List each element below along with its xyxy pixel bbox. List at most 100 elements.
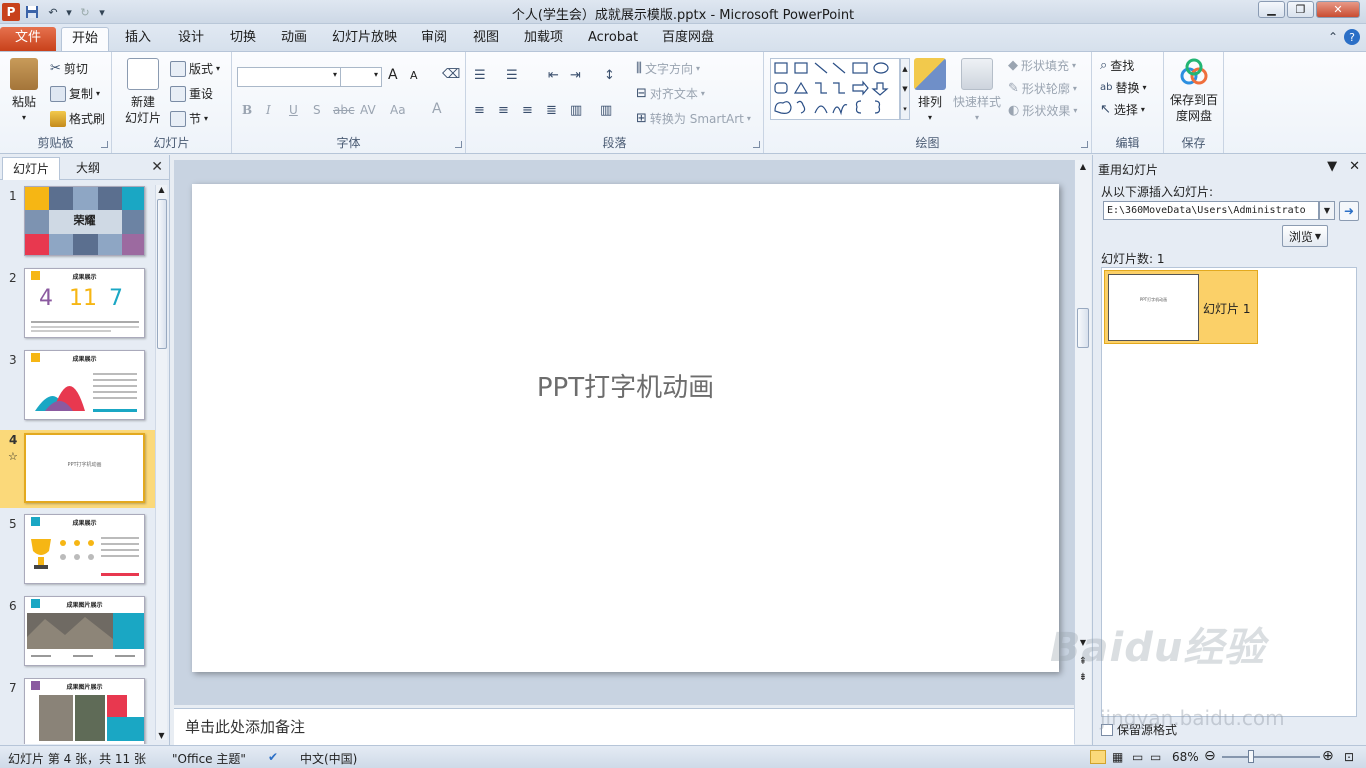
current-slide[interactable]: PPT打字机动画 xyxy=(192,184,1059,672)
scroll-down-icon[interactable]: ▼ xyxy=(156,731,167,740)
tab-outline[interactable]: 大纲 xyxy=(66,157,110,180)
close-pane-icon[interactable]: ✕ xyxy=(151,159,163,175)
minimize-ribbon-icon[interactable]: ⌃ xyxy=(1328,30,1338,44)
shape-outline-button[interactable]: ✎ 形状轮廓 ▾ xyxy=(1008,80,1077,97)
align-left-button[interactable]: ≡ xyxy=(474,103,485,118)
slide-thumb-3[interactable]: 3 成果展示 xyxy=(0,350,155,424)
zoom-slider-knob[interactable] xyxy=(1248,750,1255,763)
paragraph-launcher-icon[interactable] xyxy=(753,141,760,148)
tab-baidu-netdisk[interactable]: 百度网盘 xyxy=(652,27,724,51)
shape-effects-button[interactable]: ◐ 形状效果 ▾ xyxy=(1008,102,1077,119)
justify-button[interactable]: ≣ xyxy=(546,103,557,118)
maximize-button[interactable]: ❐ xyxy=(1287,1,1314,18)
cut-button[interactable]: ✂ 剪切 xyxy=(50,60,88,77)
slide-thumb-1[interactable]: 1 荣耀 xyxy=(0,186,155,260)
scrollbar-thumb[interactable] xyxy=(157,199,167,349)
align-text-button[interactable]: ⊟ 对齐文本 ▾ xyxy=(636,85,705,102)
zoom-out-icon[interactable]: ⊖ xyxy=(1204,748,1216,764)
select-button[interactable]: ↖ 选择 ▾ xyxy=(1100,101,1145,118)
tab-view[interactable]: 视图 xyxy=(463,27,509,51)
bold-button[interactable]: B xyxy=(242,103,252,117)
shadow-button[interactable]: S xyxy=(313,103,321,117)
scrollbar-thumb[interactable] xyxy=(1077,308,1089,348)
slide-thumb-7[interactable]: 7 成果图片展示 xyxy=(0,678,155,744)
font-color-button[interactable]: A xyxy=(432,101,442,117)
notes-placeholder[interactable]: 单击此处添加备注 xyxy=(185,716,305,737)
pane-options-icon[interactable]: ▼ xyxy=(1327,159,1337,174)
bullets-button[interactable]: ☰ xyxy=(474,68,486,83)
slide-sorter-icon[interactable]: ▦ xyxy=(1112,750,1123,764)
shape-fill-button[interactable]: ◆ 形状填充 ▾ xyxy=(1008,57,1076,74)
language[interactable]: 中文(中国) xyxy=(300,750,357,767)
grow-font-button[interactable]: A xyxy=(388,67,398,83)
arrange-button[interactable]: 排列 ▾ xyxy=(910,58,950,126)
notes-pane[interactable]: 单击此处添加备注 xyxy=(174,708,1074,745)
change-case-button[interactable]: Aa xyxy=(390,103,406,117)
close-pane-icon[interactable]: ✕ xyxy=(1349,159,1360,174)
convert-smartart-button[interactable]: ⊞ 转换为 SmartArt ▾ xyxy=(636,110,751,127)
copy-button[interactable]: 复制 ▾ xyxy=(50,85,100,102)
tab-home[interactable]: 开始 xyxy=(61,27,110,51)
help-icon[interactable]: ? xyxy=(1344,29,1360,45)
zoom-in-icon[interactable]: ⊕ xyxy=(1322,748,1334,764)
slideshow-view-icon[interactable]: ▭ xyxy=(1150,750,1161,764)
text-direction-button[interactable]: ⫼ 文字方向 ▾ xyxy=(636,60,700,77)
font-size-combo[interactable]: ▾ xyxy=(340,67,382,87)
layout-button[interactable]: 版式 ▾ xyxy=(170,60,220,77)
path-dropdown-icon[interactable]: ▼ xyxy=(1319,201,1335,220)
increase-indent-button[interactable]: ⇥ xyxy=(570,68,581,83)
char-spacing-button[interactable]: AV xyxy=(360,103,376,117)
italic-button[interactable]: I xyxy=(266,103,271,117)
fit-to-window-icon[interactable]: ⊡ xyxy=(1344,750,1354,764)
strikethrough-button[interactable]: abc xyxy=(333,103,355,117)
clear-format-button[interactable]: ⌫ xyxy=(442,67,460,82)
reset-button[interactable]: 重设 xyxy=(170,85,213,102)
slide-thumb-2[interactable]: 2 成果展示 4 11 7 xyxy=(0,268,155,342)
tab-design[interactable]: 设计 xyxy=(168,27,214,51)
line-spacing-button[interactable]: ↕ xyxy=(604,68,615,83)
drawing-launcher-icon[interactable] xyxy=(1081,141,1088,148)
tab-addins[interactable]: 加载项 xyxy=(514,27,573,51)
quick-styles-button[interactable]: 快速样式 ▾ xyxy=(950,58,1004,126)
font-launcher-icon[interactable] xyxy=(455,141,462,148)
new-slide-button[interactable]: 新建 幻灯片 xyxy=(118,58,168,126)
slides-pane-scrollbar[interactable]: ▲ ▼ xyxy=(155,185,167,740)
font-name-combo[interactable]: ▾ xyxy=(237,67,341,87)
align-center-button[interactable]: ≡ xyxy=(498,103,509,118)
tab-review[interactable]: 审阅 xyxy=(411,27,457,51)
zoom-slider[interactable] xyxy=(1222,756,1320,758)
tab-animations[interactable]: 动画 xyxy=(271,27,317,51)
close-button[interactable]: ✕ xyxy=(1316,1,1360,18)
source-path-input[interactable]: E:\360MoveData\Users\Administrato xyxy=(1103,201,1319,220)
find-button[interactable]: ⌕ 查找 xyxy=(1100,57,1134,74)
tab-slideshow[interactable]: 幻灯片放映 xyxy=(322,27,407,51)
section-button[interactable]: 节 ▾ xyxy=(170,110,208,127)
scroll-up-icon[interactable]: ▲ xyxy=(156,185,167,194)
clipboard-launcher-icon[interactable] xyxy=(101,141,108,148)
reuse-slide-item[interactable]: PPT打字机动画 幻灯片 1 xyxy=(1104,270,1258,344)
go-arrow-icon[interactable]: ➜ xyxy=(1339,201,1359,221)
columns-button[interactable]: ▥ xyxy=(600,103,612,118)
tab-acrobat[interactable]: Acrobat xyxy=(578,27,648,51)
numbering-button[interactable]: ☰ xyxy=(506,68,518,83)
normal-view-icon[interactable] xyxy=(1090,750,1106,764)
spellcheck-icon[interactable]: ✔ xyxy=(268,750,278,764)
slide-title-text[interactable]: PPT打字机动画 xyxy=(192,367,1059,404)
scroll-up-icon[interactable]: ▲ xyxy=(1075,162,1091,171)
format-painter-button[interactable]: 格式刷 xyxy=(50,110,105,127)
tab-transitions[interactable]: 切换 xyxy=(220,27,266,51)
underline-button[interactable]: U xyxy=(289,103,298,117)
align-right-button[interactable]: ≡ xyxy=(522,103,533,118)
shapes-gallery-scroll[interactable]: ▲ ▼ ▾ xyxy=(900,58,910,120)
theme-name[interactable]: "Office 主题" xyxy=(172,750,246,767)
reading-view-icon[interactable]: ▭ xyxy=(1132,750,1143,764)
decrease-indent-button[interactable]: ⇤ xyxy=(548,68,559,83)
slide-thumb-6[interactable]: 6 成果图片展示 xyxy=(0,596,155,670)
slide-thumb-4[interactable]: 4 ☆ PPT打字机动画 xyxy=(0,430,155,508)
save-to-baidu-button[interactable]: 保存到百 度网盘 xyxy=(1166,58,1222,124)
zoom-level[interactable]: 68% xyxy=(1172,750,1199,764)
tab-slides[interactable]: 幻灯片 xyxy=(2,157,61,180)
distribute-button[interactable]: ▥ xyxy=(570,103,582,118)
shrink-font-button[interactable]: A xyxy=(410,69,418,82)
next-slide-icon[interactable]: ⇟ xyxy=(1075,672,1091,683)
